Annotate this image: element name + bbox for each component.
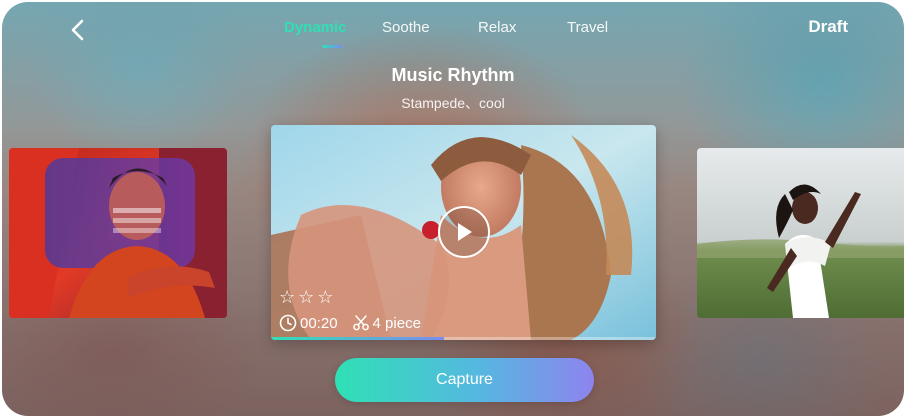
tab-dynamic-label: Dynamic bbox=[284, 19, 347, 36]
preview-progress-fill bbox=[271, 337, 445, 340]
template-duration: 00:20 bbox=[300, 314, 338, 332]
play-button[interactable] bbox=[438, 206, 490, 258]
tab-soothe[interactable]: Soothe bbox=[382, 18, 478, 38]
star-empty-icon: ☆ bbox=[317, 287, 334, 308]
template-pieces: 4 piece bbox=[372, 314, 421, 332]
template-thumbnail-next bbox=[697, 148, 904, 318]
template-card-next[interactable] bbox=[697, 148, 904, 318]
tab-travel-label: Travel bbox=[567, 19, 609, 36]
template-picker-screen: Dynamic Soothe Relax Travel Draft Music … bbox=[2, 2, 904, 416]
tab-relax[interactable]: Relax bbox=[478, 18, 567, 38]
template-card-previous[interactable] bbox=[9, 148, 227, 318]
tab-dynamic[interactable]: Dynamic bbox=[284, 18, 382, 48]
tab-soothe-label: Soothe bbox=[382, 19, 430, 36]
tab-travel[interactable]: Travel bbox=[567, 18, 627, 38]
play-icon bbox=[458, 223, 472, 241]
category-tabs: Dynamic Soothe Relax Travel bbox=[284, 18, 627, 48]
clock-icon bbox=[279, 314, 297, 332]
star-empty-icon: ☆ bbox=[279, 287, 296, 308]
scissors-icon bbox=[352, 314, 370, 332]
back-button[interactable] bbox=[64, 16, 92, 44]
template-meta: 00:20 4 piece bbox=[279, 314, 421, 332]
capture-button[interactable]: Capture bbox=[335, 358, 594, 402]
chevron-left-icon bbox=[71, 19, 84, 41]
active-tab-indicator bbox=[322, 45, 342, 48]
tab-relax-label: Relax bbox=[478, 19, 517, 36]
template-thumbnail-previous bbox=[9, 148, 227, 318]
template-card-selected[interactable]: ☆ ☆ ☆ 00:20 4 piece bbox=[271, 125, 656, 340]
draft-button[interactable]: Draft bbox=[808, 17, 848, 37]
preview-progress-bar bbox=[271, 337, 656, 340]
template-title: Music Rhythm bbox=[391, 65, 515, 85]
template-subtitle: Stampede、cool bbox=[401, 95, 505, 111]
star-empty-icon: ☆ bbox=[298, 287, 315, 308]
difficulty-rating: ☆ ☆ ☆ bbox=[279, 289, 333, 307]
